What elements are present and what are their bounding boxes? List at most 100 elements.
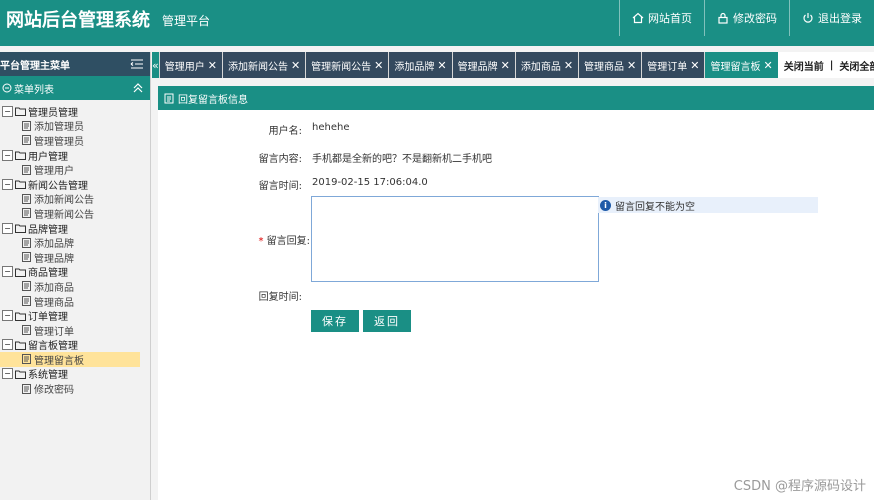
collapse-toggle-icon[interactable]: −	[2, 149, 13, 161]
tree-group[interactable]: − 用户管理	[0, 148, 150, 163]
collapse-toggle-icon[interactable]: −	[2, 339, 13, 351]
tree-group[interactable]: − 品牌管理	[0, 221, 150, 236]
tab-label: 添加商品	[520, 61, 561, 73]
tree-item-label: 管理新闻公告	[34, 209, 94, 221]
tree-item[interactable]: 管理留言板	[0, 352, 140, 367]
tree-group-label: 品牌管理	[28, 224, 68, 236]
tree-group[interactable]: − 系统管理	[0, 367, 150, 382]
tree-group-label: 系统管理	[28, 370, 68, 382]
lock-icon	[717, 12, 729, 24]
close-all-tabs-button[interactable]: 关闭全部	[839, 58, 874, 73]
menu-list-icon	[2, 83, 12, 93]
reply-time-label: 回复时间:	[258, 292, 302, 303]
page-icon	[22, 325, 31, 336]
close-icon[interactable]: ✕	[690, 59, 699, 72]
save-button[interactable]: 保存	[311, 310, 359, 332]
tab-scroll-left-icon[interactable]: «	[152, 52, 159, 78]
collapse-toggle-icon[interactable]: −	[2, 368, 13, 380]
tab-actions-separator: |	[829, 59, 834, 71]
tab-label: 添加品牌	[394, 61, 435, 73]
nav-logout-label: 退出登录	[818, 12, 862, 25]
panel-title: 回复留言板信息	[178, 94, 248, 106]
tree-item[interactable]: 添加管理员	[0, 119, 150, 133]
collapse-up-icon[interactable]	[132, 82, 144, 94]
tree-item[interactable]: 管理新闻公告	[0, 206, 150, 221]
validation-tip: i 留言回复不能为空	[598, 197, 818, 213]
tree-group-label: 留言板管理	[28, 341, 78, 353]
tree-item[interactable]: 添加品牌	[0, 235, 150, 250]
tab[interactable]: 管理订单 ✕	[641, 52, 705, 78]
menu-toggle-icon[interactable]	[130, 58, 144, 70]
tab[interactable]: 管理品牌 ✕	[451, 52, 515, 78]
tab[interactable]: 管理留言板 ✕	[704, 52, 778, 78]
page-icon	[22, 383, 31, 394]
tree-item[interactable]: 添加新闻公告	[0, 192, 150, 207]
close-icon[interactable]: ✕	[763, 59, 772, 72]
close-icon[interactable]: ✕	[501, 59, 510, 72]
tree-item-label: 管理商品	[34, 297, 74, 309]
close-icon[interactable]: ✕	[627, 59, 636, 72]
tab[interactable]: 添加商品 ✕	[514, 52, 579, 78]
page-icon	[22, 281, 31, 292]
tree-group[interactable]: − 商品管理	[0, 265, 150, 279]
tree-item[interactable]: 管理商品	[0, 294, 150, 309]
tree-group-label: 新闻公告管理	[28, 180, 88, 192]
tab[interactable]: 管理用户 ✕	[158, 52, 222, 78]
nav-logout[interactable]: 退出登录	[789, 0, 874, 36]
page-icon	[22, 120, 31, 131]
collapse-toggle-icon[interactable]: −	[2, 266, 13, 278]
page-icon	[22, 237, 31, 248]
page-icon	[22, 296, 31, 307]
close-icon[interactable]: ✕	[208, 59, 217, 72]
tab[interactable]: 管理商品 ✕	[578, 52, 642, 78]
sidebar: 平台管理主菜单 菜单列表 − 管理员管理 添加管理员 管理管理员 − 用户管理 管理用户 − 新…	[0, 52, 151, 500]
nav-change-password[interactable]: 修改密码	[704, 0, 789, 36]
tree-group[interactable]: − 留言板管理	[0, 338, 150, 353]
folder-icon	[15, 106, 26, 117]
tree-group[interactable]: − 新闻公告管理	[0, 177, 150, 192]
tree-group-label: 管理员管理	[28, 107, 78, 119]
tree-item[interactable]: 管理品牌	[0, 250, 150, 265]
home-icon	[632, 12, 644, 24]
reply-textarea[interactable]	[311, 196, 599, 282]
tree-group[interactable]: − 订单管理	[0, 308, 150, 323]
content-value: 手机都是全新的吧？不是翻新机二手机吧	[312, 154, 492, 165]
close-icon[interactable]: ✕	[564, 59, 573, 72]
tab[interactable]: 添加品牌 ✕	[388, 52, 452, 78]
close-current-tab-button[interactable]: 关闭当前	[784, 58, 824, 73]
tree-group[interactable]: − 管理员管理	[0, 104, 150, 119]
nav-change-password-label: 修改密码	[733, 12, 777, 25]
tab[interactable]: 管理新闻公告 ✕	[305, 52, 389, 78]
page-icon	[22, 252, 31, 263]
tab-bar: « 管理用户 ✕ 添加新闻公告 ✕ 管理新闻公告 ✕ 添加品牌 ✕ 管理品牌 ✕ 添加商品 ✕ 管理商品…	[152, 52, 874, 78]
tab[interactable]: 添加新闻公告 ✕	[221, 52, 306, 78]
collapse-toggle-icon[interactable]: −	[2, 178, 13, 190]
collapse-toggle-icon[interactable]: −	[2, 222, 13, 234]
tree-group-label: 订单管理	[28, 312, 68, 324]
folder-icon	[15, 223, 26, 234]
nav-home[interactable]: 网站首页	[619, 0, 704, 36]
close-icon[interactable]: ✕	[374, 59, 383, 72]
tab-label: 管理新闻公告	[311, 61, 372, 73]
folder-icon	[15, 369, 26, 379]
collapse-toggle-icon[interactable]: −	[2, 310, 13, 322]
sidebar-subheader: 菜单列表	[0, 76, 150, 100]
tree-item-label: 修改密码	[34, 385, 74, 397]
tree-item[interactable]: 管理用户	[0, 162, 150, 177]
tree-item[interactable]: 管理订单	[0, 323, 150, 338]
tree-item[interactable]: 添加商品	[0, 279, 150, 294]
nav-home-label: 网站首页	[648, 12, 692, 25]
menu-tree: − 管理员管理 添加管理员 管理管理员 − 用户管理 管理用户 − 新闻公告管理 添加新闻公告 管理…	[0, 100, 150, 396]
back-button[interactable]: 返回	[363, 310, 411, 332]
tree-item-label: 管理品牌	[34, 253, 74, 265]
page-icon	[22, 354, 31, 365]
close-icon[interactable]: ✕	[437, 59, 446, 72]
tab-actions: 关闭当前 | 关闭全部	[777, 52, 874, 78]
tree-item[interactable]: 修改密码	[0, 381, 150, 396]
tree-item[interactable]: 管理管理员	[0, 133, 150, 148]
collapse-toggle-icon[interactable]: −	[2, 105, 13, 117]
tab-label: 管理留言板	[710, 61, 761, 73]
tree-item-label: 添加新闻公告	[34, 195, 94, 207]
main-content: 回复留言板信息 用户名: hehehe 留言内容: 手机都是全新的吧？不是翻新机…	[158, 86, 874, 500]
close-icon[interactable]: ✕	[291, 59, 300, 72]
